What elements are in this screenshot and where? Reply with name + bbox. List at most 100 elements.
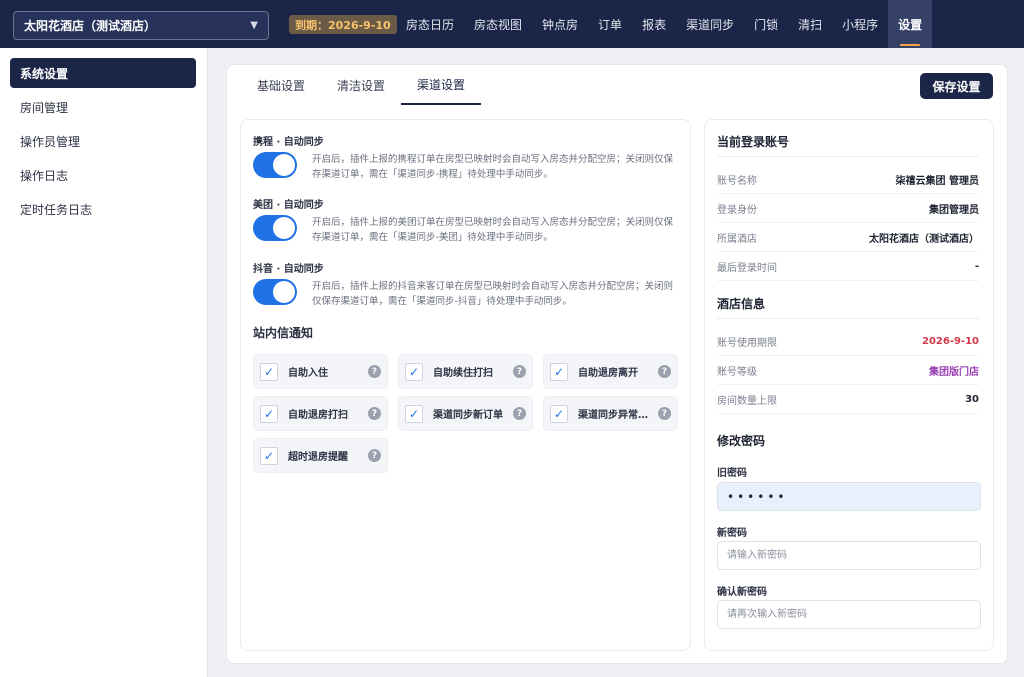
sync-douyin-toggle[interactable] bbox=[253, 279, 297, 305]
sidebar-item-system-settings[interactable]: 系统设置 bbox=[10, 58, 196, 88]
notify-option-label: 自助续住打扫 bbox=[433, 368, 493, 379]
divider bbox=[717, 156, 979, 157]
help-icon[interactable]: ? bbox=[658, 365, 671, 378]
nav-room-calendar[interactable]: 房态日历 bbox=[396, 0, 464, 48]
hotel-selector[interactable]: 太阳花酒店（测试酒店） ▼ bbox=[13, 11, 269, 40]
tab-basic-settings[interactable]: 基础设置 bbox=[241, 65, 321, 105]
hotel-row-value: 2026-9-10 bbox=[921, 335, 979, 347]
checkbox-checked-icon[interactable]: ✓ bbox=[550, 362, 568, 381]
help-icon[interactable]: ? bbox=[368, 365, 381, 378]
account-row-name: 账号名称 柒禧云集团 管理员 bbox=[717, 165, 979, 194]
notify-option-channel-sync-error[interactable]: ✓ 渠道同步异常提醒 ? bbox=[543, 396, 678, 431]
help-icon[interactable]: ? bbox=[658, 407, 671, 420]
divider bbox=[717, 318, 979, 319]
hotel-info-section-title: 酒店信息 bbox=[717, 297, 766, 311]
sidebar-item-operation-log[interactable]: 操作日志 bbox=[10, 160, 196, 190]
help-icon[interactable]: ? bbox=[368, 449, 381, 462]
notify-options: ✓ 自助入住 ? ✓ 自助续住打扫 ? ✓ 自助退房离开 ? ✓ 自助退房打扫 … bbox=[253, 354, 681, 473]
password-section-title: 修改密码 bbox=[717, 434, 766, 448]
toggle-knob bbox=[273, 154, 295, 176]
sync-meituan: 美团 · 自动同步 开启后，插件上报的美团订单在房型已映射时会自动写入房态并分配… bbox=[253, 196, 683, 245]
account-row-value: 柒禧云集团 管理员 bbox=[895, 175, 979, 187]
top-bar: 太阳花酒店（测试酒店） ▼ 到期：2026-9-10 房态日历 房态视图 钟点房… bbox=[0, 0, 1024, 48]
notify-option-self-checkin[interactable]: ✓ 自助入住 ? bbox=[253, 354, 388, 389]
sidebar-item-operator-management[interactable]: 操作员管理 bbox=[10, 126, 196, 156]
hotel-row-room-limit: 房间数量上限 30 bbox=[717, 385, 979, 414]
hotel-row-key: 账号等级 bbox=[717, 366, 757, 378]
nav-channel-sync[interactable]: 渠道同步 bbox=[676, 0, 744, 48]
old-password-field[interactable] bbox=[717, 482, 981, 511]
expire-badge: 到期：2026-9-10 bbox=[289, 15, 397, 34]
checkbox-checked-icon[interactable]: ✓ bbox=[260, 404, 278, 423]
notify-option-label: 自助入住 bbox=[288, 368, 328, 379]
account-row-value: 太阳花酒店（测试酒店） bbox=[869, 233, 979, 245]
main-nav: 房态日历 房态视图 钟点房 订单 报表 渠道同步 门锁 清扫 小程序 设置 bbox=[396, 0, 933, 48]
notify-option-label: 超时退房提醒 bbox=[288, 452, 348, 463]
help-icon[interactable]: ? bbox=[513, 365, 526, 378]
nav-hourly-room[interactable]: 钟点房 bbox=[532, 0, 588, 48]
new-password-field[interactable] bbox=[717, 541, 981, 570]
tab-cleaning-settings[interactable]: 清洁设置 bbox=[321, 65, 401, 105]
sync-meituan-toggle[interactable] bbox=[253, 215, 297, 241]
sync-meituan-description: 开启后，插件上报的美团订单在房型已映射时会自动写入房态并分配空房；关闭则仅保存渠… bbox=[312, 217, 674, 243]
settings-tabs: 基础设置 清洁设置 渠道设置 bbox=[241, 65, 482, 105]
channel-settings-card: 携程 · 自动同步 开启后，插件上报的携程订单在房型已映射时会自动写入房态并分配… bbox=[240, 119, 691, 651]
account-row-key: 账号名称 bbox=[717, 175, 757, 187]
sync-douyin-description: 开启后，插件上报的抖音来客订单在房型已映射时会自动写入房态并分配空房；关闭则仅保… bbox=[312, 281, 674, 307]
confirm-password-field[interactable] bbox=[717, 600, 981, 629]
sync-douyin-title: 抖音 · 自动同步 bbox=[253, 264, 324, 275]
notify-option-label: 渠道同步新订单 bbox=[433, 410, 503, 421]
account-row-key: 最后登录时间 bbox=[717, 262, 777, 274]
account-card: 当前登录账号 账号名称 柒禧云集团 管理员 登录身份 集团管理员 所属酒店 太阳… bbox=[704, 119, 994, 651]
notify-option-channel-new-order[interactable]: ✓ 渠道同步新订单 ? bbox=[398, 396, 533, 431]
notify-option-self-checkout-leave[interactable]: ✓ 自助退房离开 ? bbox=[543, 354, 678, 389]
nav-cleaning[interactable]: 清扫 bbox=[788, 0, 832, 48]
nav-mini-program[interactable]: 小程序 bbox=[832, 0, 888, 48]
account-row-hotel: 所属酒店 太阳花酒店（测试酒店） bbox=[717, 223, 979, 252]
checkbox-checked-icon[interactable]: ✓ bbox=[550, 404, 568, 423]
hotel-row-level: 账号等级 集团版门店 bbox=[717, 356, 979, 385]
checkbox-checked-icon[interactable]: ✓ bbox=[405, 404, 423, 423]
account-row-key: 所属酒店 bbox=[717, 233, 757, 245]
notify-option-self-extend-cleaning[interactable]: ✓ 自助续住打扫 ? bbox=[398, 354, 533, 389]
account-row-value: - bbox=[974, 260, 979, 272]
settings-panel: 基础设置 清洁设置 渠道设置 保存设置 携程 · 自动同步 开启后，插件上报的携… bbox=[226, 64, 1008, 664]
notify-option-self-checkout-cleaning[interactable]: ✓ 自助退房打扫 ? bbox=[253, 396, 388, 431]
hotel-row-value: 集团版门店 bbox=[929, 366, 979, 378]
nav-settings[interactable]: 设置 bbox=[888, 0, 933, 48]
checkbox-checked-icon[interactable]: ✓ bbox=[260, 446, 278, 465]
nav-orders[interactable]: 订单 bbox=[588, 0, 632, 48]
new-password-label: 新密码 bbox=[717, 528, 747, 539]
tab-channel-settings[interactable]: 渠道设置 bbox=[401, 65, 482, 105]
sync-meituan-title: 美团 · 自动同步 bbox=[253, 200, 324, 211]
save-settings-button[interactable]: 保存设置 bbox=[920, 73, 993, 99]
nav-door-lock[interactable]: 门锁 bbox=[744, 0, 788, 48]
hotel-row-key: 房间数量上限 bbox=[717, 395, 777, 407]
help-icon[interactable]: ? bbox=[368, 407, 381, 420]
hotel-row-value: 30 bbox=[965, 393, 979, 405]
sync-ctrip-description: 开启后，插件上报的携程订单在房型已映射时会自动写入房态并分配空房；关闭则仅保存渠… bbox=[312, 154, 674, 180]
checkbox-checked-icon[interactable]: ✓ bbox=[260, 362, 278, 381]
sync-ctrip-toggle[interactable] bbox=[253, 152, 297, 178]
account-row-last-login: 最后登录时间 - bbox=[717, 252, 979, 281]
sync-ctrip-title: 携程 · 自动同步 bbox=[253, 137, 324, 148]
notify-section-title: 站内信通知 bbox=[253, 326, 314, 340]
sidebar-item-room-management[interactable]: 房间管理 bbox=[10, 92, 196, 122]
hotel-row-expiry: 账号使用期限 2026-9-10 bbox=[717, 327, 979, 356]
account-section-title: 当前登录账号 bbox=[717, 135, 790, 149]
account-row-value: 集团管理员 bbox=[929, 204, 979, 216]
nav-room-view[interactable]: 房态视图 bbox=[464, 0, 532, 48]
sidebar: 系统设置 房间管理 操作员管理 操作日志 定时任务日志 bbox=[0, 48, 208, 677]
nav-reports[interactable]: 报表 bbox=[632, 0, 676, 48]
hotel-selector-label: 太阳花酒店（测试酒店） bbox=[24, 19, 157, 33]
hotel-row-key: 账号使用期限 bbox=[717, 337, 777, 349]
account-row-role: 登录身份 集团管理员 bbox=[717, 194, 979, 223]
notify-option-label: 渠道同步异常提醒 bbox=[578, 410, 654, 421]
notify-option-label: 自助退房离开 bbox=[578, 368, 638, 379]
checkbox-checked-icon[interactable]: ✓ bbox=[405, 362, 423, 381]
sync-douyin: 抖音 · 自动同步 开启后，插件上报的抖音来客订单在房型已映射时会自动写入房态并… bbox=[253, 260, 683, 309]
help-icon[interactable]: ? bbox=[513, 407, 526, 420]
sync-ctrip: 携程 · 自动同步 开启后，插件上报的携程订单在房型已映射时会自动写入房态并分配… bbox=[253, 133, 683, 182]
notify-option-overdue-checkout[interactable]: ✓ 超时退房提醒 ? bbox=[253, 438, 388, 473]
sidebar-item-scheduled-task-log[interactable]: 定时任务日志 bbox=[10, 194, 196, 224]
